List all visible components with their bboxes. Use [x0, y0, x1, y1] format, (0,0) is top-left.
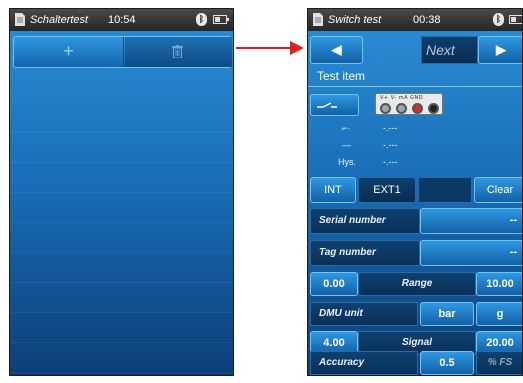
bluetooth-icon: ᛒ [493, 13, 504, 26]
tag-number-value: -- [509, 246, 517, 258]
right-screen: Switch test 00:38 ᛒ ◀ Next ▶ Test item V… [307, 8, 523, 376]
bluetooth-icon: ᛒ [196, 13, 207, 26]
jack-vminus [396, 103, 407, 114]
status-bar: Schaltertest 10:54 ᛒ [10, 9, 233, 31]
transition-arrow-icon [236, 41, 304, 55]
serial-number-label: Serial number [310, 208, 420, 234]
accuracy-label: Accuracy [310, 351, 418, 375]
toolbar: + [13, 36, 232, 68]
status-bar: Switch test 00:38 ᛒ [308, 9, 522, 31]
switch-type-button[interactable] [310, 94, 359, 116]
hysteresis-value: -.--- [383, 157, 398, 167]
jack-gnd [428, 103, 439, 114]
tag-number-label: Tag number [310, 240, 420, 266]
range-label: Range [358, 272, 476, 296]
state-open-value: -.--- [383, 123, 398, 133]
state-closed-icon: — [342, 140, 351, 150]
arrow-right-icon: ▶ [496, 42, 506, 57]
tab-spacer [418, 177, 472, 203]
document-icon [15, 13, 25, 26]
battery-icon [213, 15, 229, 24]
source-tabs: INT EXT1 Clear [310, 177, 522, 203]
dmu-alt-unit-button[interactable]: g [476, 302, 522, 326]
left-screen: Schaltertest 10:54 ᛒ + [9, 8, 234, 376]
dmu-unit-label: DMU unit [310, 302, 418, 326]
state-open-icon: ⌐· [342, 123, 351, 133]
tab-ext1[interactable]: EXT1 [358, 177, 416, 203]
connector-icon: V+ V- mA GND [375, 93, 443, 115]
clock: 00:38 [413, 14, 441, 26]
connector-labels: V+ V- mA GND [380, 95, 424, 101]
divider [308, 86, 522, 87]
plus-icon: + [63, 41, 74, 61]
hysteresis-label: Hys. [338, 157, 356, 167]
jack-vplus [380, 103, 391, 114]
tag-number-field[interactable]: -- [420, 240, 522, 266]
jack-ma [412, 103, 423, 114]
previous-button[interactable]: ◀ [310, 36, 363, 64]
accuracy-unit: % FS [476, 351, 522, 375]
battery-icon [509, 15, 522, 24]
serial-number-value: -- [509, 214, 517, 226]
app-title: Schaltertest [30, 14, 89, 26]
add-button[interactable]: + [14, 37, 124, 67]
clear-button[interactable]: Clear [474, 177, 522, 203]
dmu-unit-button[interactable]: bar [420, 302, 474, 326]
section-title: Test item [317, 69, 366, 83]
serial-number-field[interactable]: -- [420, 208, 522, 234]
range-max-field[interactable]: 10.00 [476, 272, 522, 296]
empty-list [10, 73, 233, 375]
document-icon [313, 13, 323, 26]
range-min-field[interactable]: 0.00 [310, 272, 358, 296]
delete-button[interactable] [125, 37, 232, 67]
next-button[interactable]: ▶ [478, 36, 522, 64]
app-title: Switch test [328, 14, 382, 26]
arrow-left-icon: ◀ [331, 42, 342, 57]
accuracy-field[interactable]: 0.5 [420, 351, 474, 375]
trash-icon [172, 45, 183, 58]
switch-icon [317, 102, 337, 108]
clock: 10:54 [108, 14, 136, 26]
next-label: Next [421, 36, 478, 64]
state-closed-value: -.--- [383, 140, 398, 150]
tab-int[interactable]: INT [310, 177, 356, 203]
